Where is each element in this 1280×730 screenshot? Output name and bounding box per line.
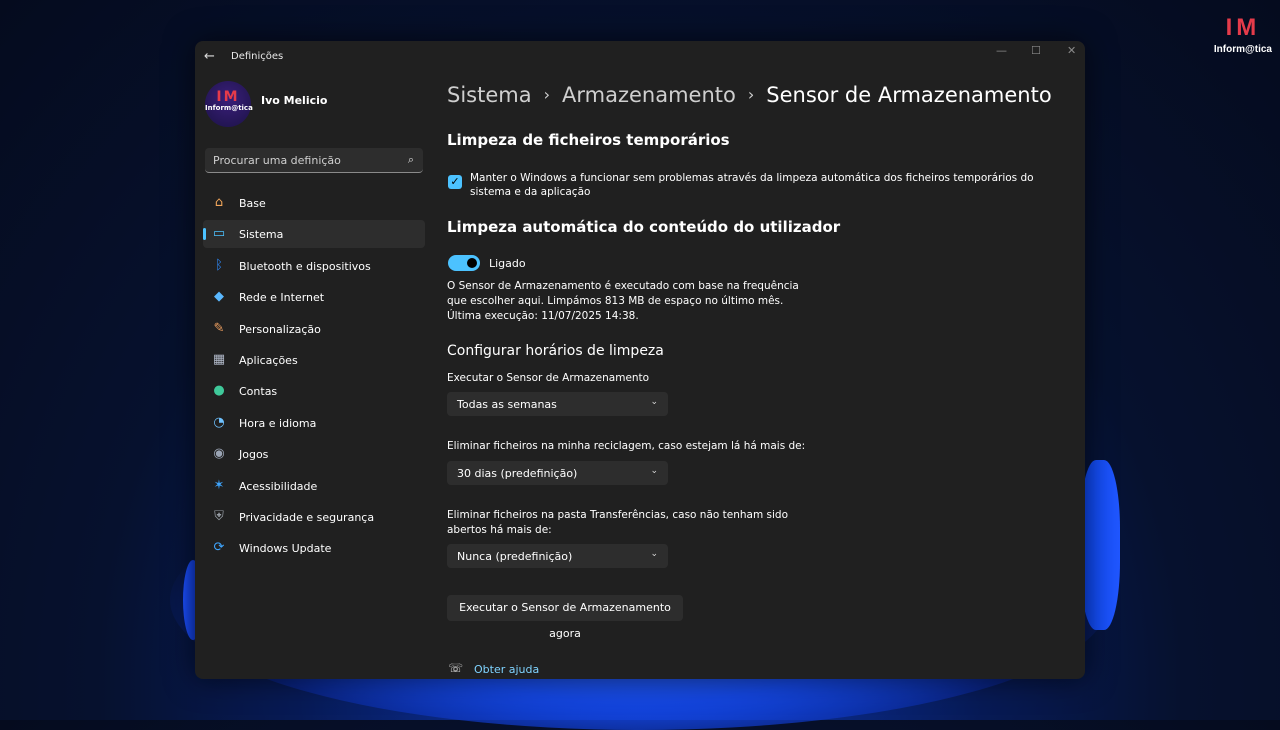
sidebar-item-label: Sistema [239,228,284,242]
sidebar-item-jogos[interactable]: ◉ Jogos [203,440,425,468]
window-title: Definições [231,51,284,62]
shield-icon: ⛨ [214,508,224,524]
sidebar-item-label: Privacidade e segurança [239,510,375,524]
sidebar-item-label: Jogos [239,448,269,462]
sidebar-item-base[interactable]: ⌂ Base [203,189,425,217]
brush-icon: ✎ [213,320,225,336]
run-frequency-label: Executar o Sensor de Armazenamento [447,372,650,384]
temp-cleanup-checkbox[interactable]: ✓ [448,175,462,189]
toggle-state-label: Ligado [489,257,526,270]
sidebar-item-personalizacao[interactable]: ✎ Personalização [203,315,425,343]
avatar-logo: IM [216,89,240,105]
user-name: Ivo Melicio [261,94,328,107]
breadcrumb-armazenamento[interactable]: Armazenamento [562,83,736,107]
sidebar-item-label: Bluetooth e dispositivos [239,259,371,273]
sidebar-item-contas[interactable]: ● Contas [203,377,425,405]
temp-cleanup-checkbox-label: Manter o Windows a funcionar sem problem… [470,172,1034,198]
settings-window: ← Definições — ☐ ✕ IM Inform@tica Ivo Me… [195,41,1085,679]
sidebar-item-label: Acessibilidade [239,479,318,493]
chevron-down-icon: ⌄ [650,549,658,559]
recycle-bin-label: Eliminar ficheiros na minha reciclagem, … [447,440,806,452]
auto-cleanup-description: O Sensor de Armazenamento é executado co… [447,280,799,322]
sidebar-item-sistema[interactable]: ▭ Sistema [203,220,425,249]
person-icon: ● [213,383,225,399]
home-icon: ⌂ [214,195,224,210]
sidebar-item-label: Personalização [239,322,321,336]
search-placeholder: Procurar uma definição [213,154,341,167]
chevron-down-icon: ⌄ [650,397,658,407]
brand-watermark: IM Inform@tica [1213,14,1272,56]
auto-cleanup-toggle[interactable] [448,255,480,271]
monitor-icon: ▭ [212,226,226,242]
sidebar-item-label: Contas [239,385,278,399]
sidebar-item-label: Windows Update [239,542,332,556]
update-icon: ⟳ [213,540,225,556]
wallpaper-bloom-right [1080,460,1120,630]
checkmark-icon: ✓ [450,175,460,188]
bluetooth-icon: ᛒ [215,257,223,273]
accessibility-icon: ✶ [213,477,225,493]
breadcrumb-separator-icon: › [747,85,755,104]
search-icon: ⌕ [407,153,414,166]
auto-cleanup-heading: Limpeza automática do conteúdo do utiliz… [447,218,841,236]
sidebar-item-aplicacoes[interactable]: ▦ Aplicações [203,346,425,374]
run-frequency-dropdown[interactable]: Todas as semanas ⌄ [447,392,668,416]
sidebar-item-privacidade[interactable]: ⛨ Privacidade e segurança [203,503,425,531]
search-input[interactable]: Procurar uma definição ⌕ [205,148,423,173]
title-bar: ← Definições — ☐ ✕ [195,41,1085,73]
run-storage-sense-now-button[interactable]: Executar o Sensor de Armazenamento agora [447,595,683,640]
brand-logo: IM [1225,14,1261,41]
downloads-label: Eliminar ficheiros na pasta Transferênci… [447,509,789,536]
sidebar-item-label: Base [239,197,266,210]
sidebar-item-acessibilidade[interactable]: ✶ Acessibilidade [203,472,425,500]
back-arrow-icon[interactable]: ← [204,49,215,64]
page-title: Sensor de Armazenamento [766,83,1052,107]
breadcrumb-separator-icon: › [543,85,550,104]
breadcrumb-sistema[interactable]: Sistema [447,83,532,107]
sidebar-nav: ⌂ Base ▭ Sistema ᛒ Bluetooth e dispositivos ◆ R… [203,189,425,566]
minimize-icon[interactable]: — [996,44,1007,57]
run-frequency-value: Todas as semanas [457,398,557,411]
sidebar-item-bluetooth[interactable]: ᛒ Bluetooth e dispositivos [203,252,425,280]
help-icon: ☏ [448,661,464,675]
wifi-icon: ◆ [214,289,224,305]
schedule-heading: Configurar horários de limpeza [447,343,664,359]
toggle-knob [467,258,477,268]
sidebar-item-windows[interactable]: ⟳ Windows Update [203,534,425,562]
clock-globe-icon: ◔ [213,414,225,430]
downloads-dropdown[interactable]: Nunca (predefinição) ⌄ [447,544,668,568]
recycle-bin-dropdown[interactable]: 30 dias (predefinição) ⌄ [447,461,668,485]
sidebar-item-hora[interactable]: ◔ Hora e idioma [203,409,425,437]
chevron-down-icon: ⌄ [650,466,658,476]
sidebar-item-label: Rede e Internet [239,291,325,305]
downloads-value: Nunca (predefinição) [457,550,573,563]
temp-cleanup-heading: Limpeza de ficheiros temporários [447,131,730,149]
breadcrumb: Sistema › Armazenamento › Sensor de Armazena… [447,83,1052,107]
avatar-logo-name: Inform@tica [205,104,253,112]
recycle-bin-value: 30 dias (predefinição) [457,467,578,480]
avatar[interactable]: IM Inform@tica [205,81,253,127]
maximize-icon[interactable]: ☐ [1031,44,1041,57]
sidebar-item-label: Hora e idioma [239,416,317,430]
get-help-link[interactable]: Obter ajuda [474,663,539,676]
sidebar-item-label: Aplicações [239,353,298,367]
apps-icon: ▦ [212,351,226,367]
sidebar-item-rede[interactable]: ◆ Rede e Internet [203,283,425,311]
gamepad-icon: ◉ [213,446,225,462]
brand-name: Inform@tica [1213,44,1272,55]
close-icon[interactable]: ✕ [1067,44,1076,57]
